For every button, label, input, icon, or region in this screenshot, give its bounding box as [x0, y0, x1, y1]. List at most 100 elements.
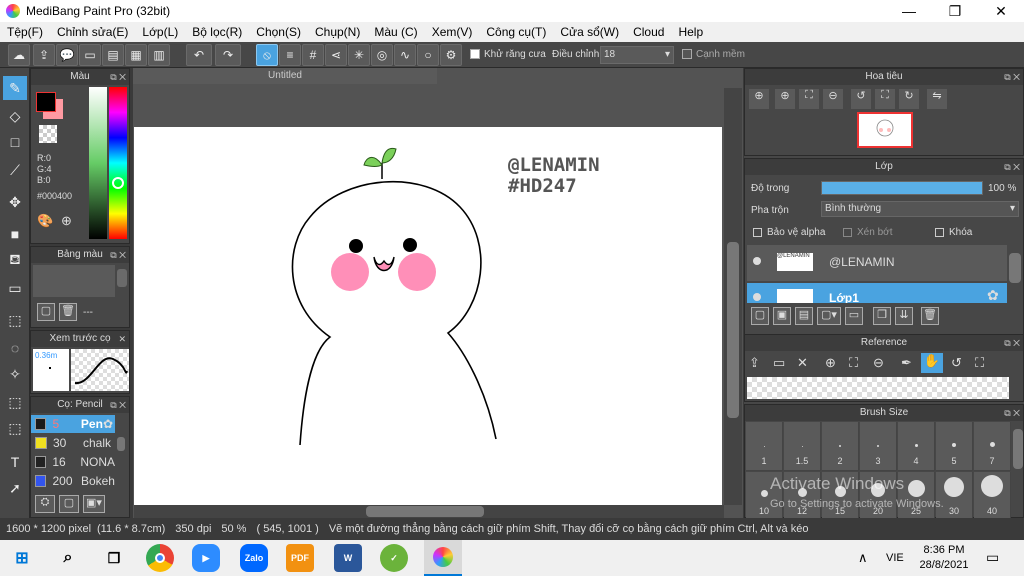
vertical-scrollbar[interactable] — [724, 88, 742, 505]
layer-row[interactable]: @LENAMIN @LENAMIN — [747, 245, 1007, 281]
redo-icon[interactable]: ↷ — [215, 44, 241, 66]
bucket-tool-icon[interactable]: ⛾ — [3, 248, 27, 272]
brush-size-cell[interactable]: 1 — [746, 422, 783, 471]
magic-wand-icon[interactable]: ✧ — [3, 362, 27, 386]
comment-icon[interactable]: 💬 — [56, 44, 78, 66]
chrome-icon[interactable] — [146, 544, 174, 572]
line-tool-icon[interactable]: ⟋ — [3, 158, 27, 182]
lock-checkbox[interactable] — [935, 228, 944, 237]
saturation-bar[interactable] — [89, 87, 107, 239]
layer-row-selected[interactable]: Lớp1 ✿ — [747, 283, 1007, 303]
speech-icon[interactable]: ▭ — [79, 44, 101, 66]
cloud-upload-icon[interactable]: ⇪ — [749, 355, 760, 371]
layer-add-menu-icon[interactable]: ▢▾ — [817, 307, 841, 325]
folder-icon[interactable]: ▭ — [845, 307, 863, 325]
horizontal-scroll-thumb[interactable] — [366, 506, 484, 517]
lasso-tool-icon[interactable]: ◌ — [3, 336, 27, 360]
parallel-snap-icon[interactable]: ≡ — [279, 44, 301, 66]
merge-layer-icon[interactable]: ⇊ — [895, 307, 913, 325]
medibang-taskbar-button[interactable] — [424, 540, 462, 576]
menu-color[interactable]: Màu (C) — [367, 25, 424, 39]
antialias-checkbox[interactable] — [470, 49, 480, 59]
zoom-out-icon[interactable]: ⊖ — [823, 89, 843, 109]
gear-icon[interactable]: ✿ — [987, 287, 999, 303]
maximize-button[interactable]: ❐ — [932, 0, 978, 22]
document-tab[interactable]: Untitled — [133, 68, 437, 84]
rotate-left-icon[interactable]: ↺ — [851, 89, 871, 109]
menu-filter[interactable]: Bộ lọc(R) — [185, 25, 249, 39]
menu-cloud[interactable]: Cloud — [626, 25, 671, 39]
smooth-checkbox[interactable] — [682, 49, 692, 59]
blend-select[interactable]: Bình thường ▾ — [821, 201, 1019, 217]
menu-tools[interactable]: Công cụ(T) — [479, 25, 553, 39]
app-green-icon[interactable]: ✓ — [380, 544, 408, 572]
transparent-swatch[interactable] — [39, 125, 57, 143]
panel-close-icon[interactable]: ⧉ ✕ — [1004, 69, 1020, 85]
gear-icon[interactable]: ⚙ — [440, 44, 462, 66]
menu-select[interactable]: Chọn(S) — [249, 25, 308, 39]
brush-list-scrollbar[interactable] — [117, 437, 125, 451]
fit-icon[interactable]: ⛶ — [799, 89, 819, 109]
menu-window[interactable]: Cửa sổ(W) — [553, 25, 626, 39]
brush-size-cell[interactable]: 3 — [860, 422, 897, 471]
eyedropper-icon[interactable]: ✒ — [901, 355, 912, 371]
eye-icon[interactable] — [753, 293, 761, 301]
zoom-app-icon[interactable]: ▶ — [192, 544, 220, 572]
panel-close-icon[interactable]: ⧉ ✕ — [110, 397, 126, 413]
zoom-out-icon[interactable]: ⊖ — [873, 355, 884, 371]
curve-snap-icon[interactable]: ∿ — [394, 44, 416, 66]
brush-size-cell[interactable]: 5 — [936, 422, 973, 471]
panel-close-icon[interactable]: ⧉ ✕ — [110, 247, 126, 263]
new-brush-icon[interactable]: ▢ — [59, 495, 79, 513]
fullscreen-icon[interactable]: ⛶ — [875, 89, 895, 109]
brush-item[interactable]: 30 chalk — [31, 434, 115, 452]
page-icon[interactable]: ▤ — [102, 44, 124, 66]
panel-close-icon[interactable]: ⧉ ✕ — [1004, 335, 1020, 351]
adjust-select[interactable]: 18 ▾ — [600, 46, 674, 64]
hand-icon[interactable]: ✋ — [921, 353, 943, 373]
clipping-checkbox[interactable] — [843, 228, 852, 237]
text-tool-icon[interactable]: T — [3, 450, 27, 474]
vertical-scroll-thumb[interactable] — [727, 242, 739, 418]
brush-item[interactable]: 16 NONA — [31, 453, 115, 471]
brush-size-cell[interactable]: 7 — [974, 422, 1011, 471]
undo-icon[interactable]: ↶ — [186, 44, 212, 66]
brush-size-cell[interactable]: 4 — [898, 422, 935, 471]
menu-layer[interactable]: Lớp(L) — [135, 25, 185, 39]
snap-off-icon[interactable]: ⦸ — [256, 44, 278, 66]
brush-size-cell[interactable]: 2 — [822, 422, 859, 471]
menu-edit[interactable]: Chỉnh sửa(E) — [50, 25, 135, 39]
menu-snap[interactable]: Chụp(N) — [308, 25, 367, 39]
word-icon[interactable]: W — [334, 544, 362, 572]
hue-marker[interactable] — [112, 177, 124, 189]
brush-tool-icon[interactable]: ✎ — [3, 76, 27, 100]
brush-menu-icon[interactable]: ▣▾ — [83, 495, 105, 513]
panel-close-icon[interactable]: ⧉ ✕ — [1004, 405, 1020, 421]
menu-view[interactable]: Xem(V) — [425, 25, 480, 39]
trash-icon[interactable]: 🗑 — [59, 303, 77, 321]
new-layer-icon[interactable]: ▢ — [751, 307, 769, 325]
operation-tool-icon[interactable]: ➚ — [3, 476, 27, 500]
language-indicator[interactable]: VIE — [886, 552, 904, 564]
task-view-icon[interactable]: ❐ — [100, 544, 128, 572]
zoom-in-alt-icon[interactable]: ⊕ — [775, 89, 795, 109]
cloud-icon[interactable]: ☁ — [8, 44, 30, 66]
open-folder-icon[interactable]: ▭ — [773, 355, 785, 371]
layer-scrollbar[interactable] — [1009, 253, 1021, 283]
windows-start-icon[interactable]: ⊞ — [8, 544, 36, 572]
radial-snap-icon[interactable]: ✳ — [348, 44, 370, 66]
brush-item-selected[interactable]: 5 Pen ✿ — [31, 415, 115, 433]
gradient-tool-icon[interactable]: ▭ — [3, 276, 27, 300]
circle-snap-icon[interactable]: ○ — [417, 44, 439, 66]
horizontal-scrollbar[interactable] — [134, 505, 724, 518]
menu-help[interactable]: Help — [671, 25, 710, 39]
reference-canvas[interactable] — [747, 377, 1009, 399]
copy-layer-icon[interactable]: ❐ — [873, 307, 891, 325]
move-tool-icon[interactable]: ✥ — [3, 190, 27, 214]
palette-icon[interactable]: 🎨 — [37, 213, 53, 229]
palette-scrollbar[interactable] — [117, 269, 127, 287]
rotate-right-icon[interactable]: ↻ — [899, 89, 919, 109]
panel-close-icon[interactable]: ✕ — [118, 331, 126, 347]
upload-icon[interactable]: ⇪ — [33, 44, 55, 66]
add-brush-icon[interactable]: ⛭ — [35, 495, 55, 513]
